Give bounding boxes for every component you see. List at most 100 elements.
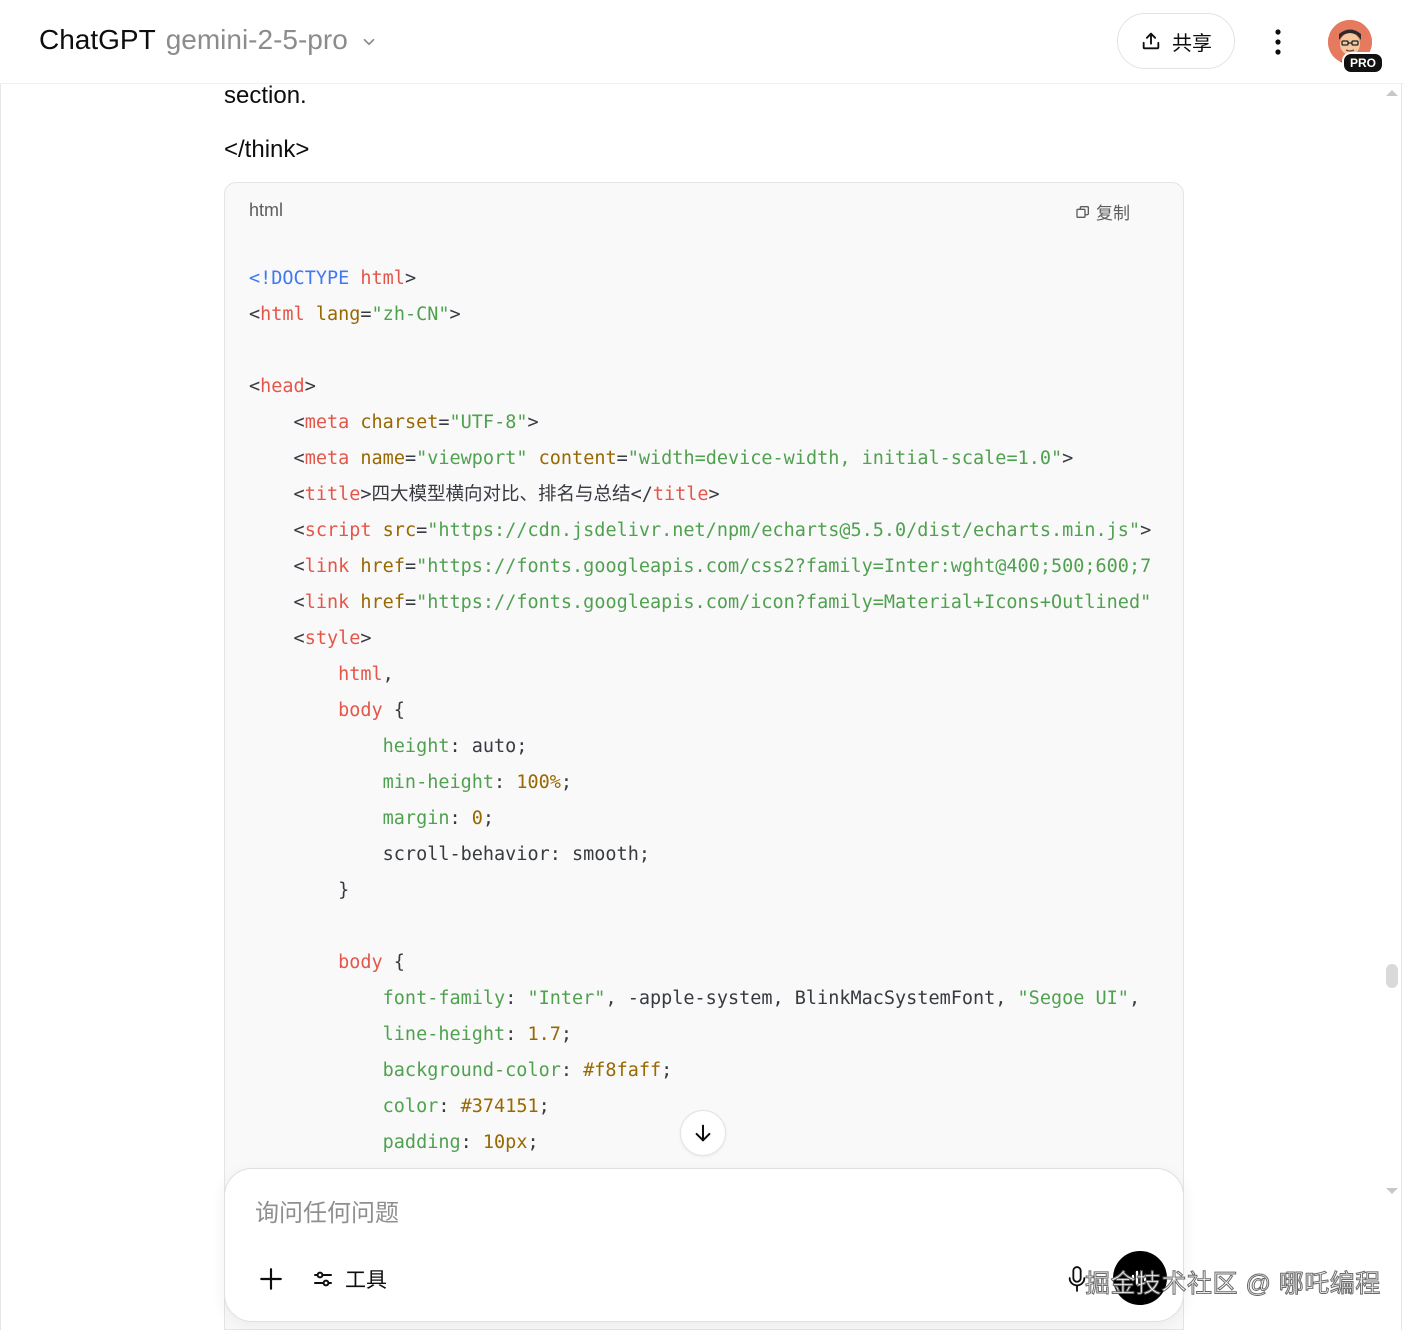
code-line: <meta charset="UTF-8"> [249,405,1151,441]
scroll-to-bottom-button[interactable] [680,1110,726,1156]
scroll-down-arrow-icon[interactable] [1385,1186,1399,1196]
share-button[interactable]: 共享 [1117,13,1235,69]
more-vertical-icon [1275,29,1281,55]
code-token: < [249,304,261,325]
scroll-up-arrow-icon[interactable] [1385,88,1399,98]
code-token: 100% [516,772,561,793]
code-token: = [438,412,450,433]
code-token: "https://cdn.jsdelivr.net/npm/echarts@5.… [427,520,1141,541]
code-token: "https://fonts.googleapis.com/css2?famil… [416,556,1152,577]
copy-icon [1076,205,1089,218]
code-token: "Inter" [527,988,606,1009]
top-bar: ChatGPT gemini-2-5-pro 共享 PRO [0,0,1404,84]
code-token: = [404,448,417,469]
code-token: script [304,520,372,541]
code-line: min-height: 100%; [249,765,1151,801]
code-token: #f8faff [583,1060,662,1081]
code-token: link [304,556,350,577]
code-token: <!DOCTYPE [249,268,361,289]
code-block: html 复制 <!DOCTYPE html> <html lang="zh-CN… [224,182,1184,1330]
code-token: } [249,880,350,901]
code-line: height: auto; [249,729,1151,765]
code-token: head [260,376,305,397]
code-token: color [382,1096,439,1117]
code-token: > [360,628,372,649]
code-language-label: html [249,200,284,220]
code-token: < [249,556,305,577]
copy-code-button[interactable]: 复制 [1075,199,1130,224]
code-token: > [404,268,417,289]
code-token: html [338,664,383,685]
code-token: < [249,412,305,433]
prompt-input[interactable] [253,1195,1017,1233]
code-token: ; [527,1132,539,1153]
code-token: , -apple-system, BlinkMacSystemFont, [605,988,1018,1009]
code-line: background-color: #f8faff; [249,1053,1151,1089]
code-line: <style> [249,621,1151,657]
code-token: ; [482,808,495,829]
app-title: ChatGPT [39,24,156,55]
arrow-down-icon [695,1124,711,1142]
code-line: <meta name="viewport" content="width=dev… [249,441,1151,477]
code-token: < [249,448,305,469]
plus-icon [260,1268,282,1290]
code-token: = [404,592,417,613]
code-token: "viewport" [416,448,528,469]
code-token: : auto; [449,736,528,757]
code-token: font-family [382,988,506,1009]
code-token: : [505,988,528,1009]
code-token: ; [560,772,573,793]
code-line: <html lang="zh-CN"> [249,297,1151,333]
code-line: <link href="https://fonts.googleapis.com… [249,549,1152,585]
code-token: background-color [382,1060,561,1081]
tools-button[interactable]: 工具 [311,1263,387,1295]
code-token: > [1140,520,1152,541]
pro-badge: PRO [1342,52,1385,74]
code-token: padding [382,1132,461,1153]
model-switcher[interactable]: ChatGPT gemini-2-5-pro [39,24,378,56]
code-token: meta [304,412,350,433]
code-token: > [1062,448,1074,469]
code-token: : [449,808,472,829]
code-token: { [382,952,405,973]
watermark: 掘金技术社区 @ 哪吒编程 [1085,1270,1381,1299]
message-text-line: section. [224,82,307,109]
code-line: scroll-behavior: smooth; [249,837,1151,873]
code-token: > [708,484,720,505]
code-token: height [382,736,450,757]
code-token: title [652,484,709,505]
scrollbar-thumb[interactable] [1386,964,1398,988]
code-token: = [416,520,428,541]
copy-label: 复制 [1096,204,1130,223]
code-token: line-height [382,1024,506,1045]
code-token: : [460,1132,483,1153]
code-token: body [338,952,383,973]
code-token: title [304,484,361,505]
code-token: = [360,304,372,325]
code-token: = [616,448,628,469]
code-token: href [360,556,405,577]
code-token: > [449,304,461,325]
code-line: body { [249,945,1151,981]
code-token: body [338,700,383,721]
code-line: <!DOCTYPE html> [249,261,1151,297]
add-attachment-button[interactable] [255,1263,287,1295]
more-options-button[interactable] [1262,26,1294,58]
code-token: ; [538,1096,550,1117]
code-token: 四大模型横向对比、排名与总结 [371,484,631,505]
code-token: = [404,556,417,577]
code-token: : [438,1096,461,1117]
